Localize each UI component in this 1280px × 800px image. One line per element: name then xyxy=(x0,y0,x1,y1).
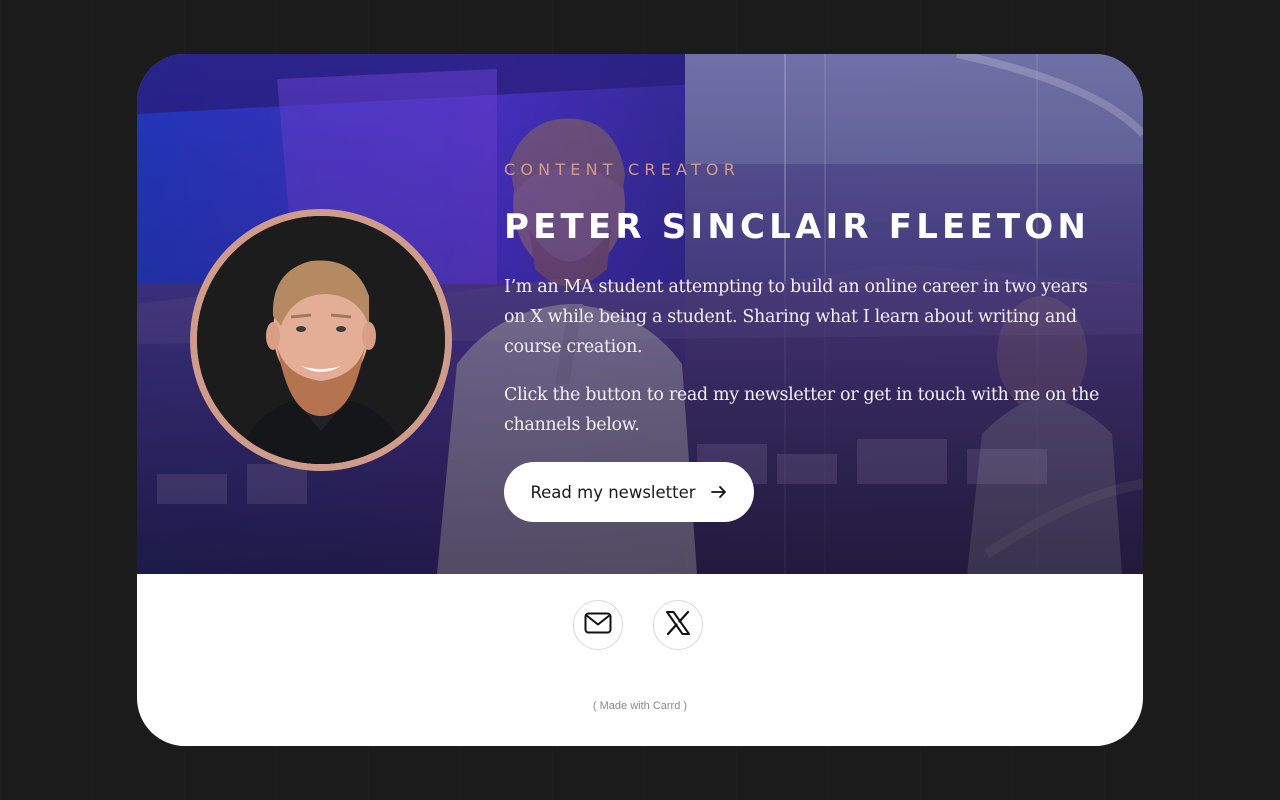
footer-credit: ( Made with Carrd ) xyxy=(137,700,1143,712)
portrait-photo xyxy=(197,216,445,464)
email-link[interactable] xyxy=(573,600,623,650)
social-links xyxy=(573,600,703,650)
bio-paragraph-2: Click the button to read my newsletter o… xyxy=(504,385,1100,435)
avatar-ring xyxy=(190,209,452,471)
hero-section: CONTENT CREATOR PETER SINCLAIR FLEETON I… xyxy=(137,54,1143,574)
role-label: CONTENT CREATOR xyxy=(504,160,741,179)
hero-text-block: CONTENT CREATOR PETER SINCLAIR FLEETON I… xyxy=(504,158,1104,440)
made-with-carrd-link[interactable]: Made with Carrd xyxy=(600,700,681,712)
credit-open: ( xyxy=(592,700,600,712)
avatar xyxy=(197,216,445,464)
x-link[interactable] xyxy=(653,600,703,650)
read-newsletter-button[interactable]: Read my newsletter xyxy=(504,462,754,522)
x-logo-icon xyxy=(665,610,691,641)
envelope-icon xyxy=(584,612,612,639)
profile-card: CONTENT CREATOR PETER SINCLAIR FLEETON I… xyxy=(137,54,1143,746)
arrow-right-icon xyxy=(710,483,728,501)
profile-name: PETER SINCLAIR FLEETON xyxy=(504,207,1091,247)
credit-close: ) xyxy=(680,700,688,712)
bio-paragraph-1: I’m an MA student attempting to build an… xyxy=(504,277,1088,357)
read-newsletter-label: Read my newsletter xyxy=(530,482,696,502)
